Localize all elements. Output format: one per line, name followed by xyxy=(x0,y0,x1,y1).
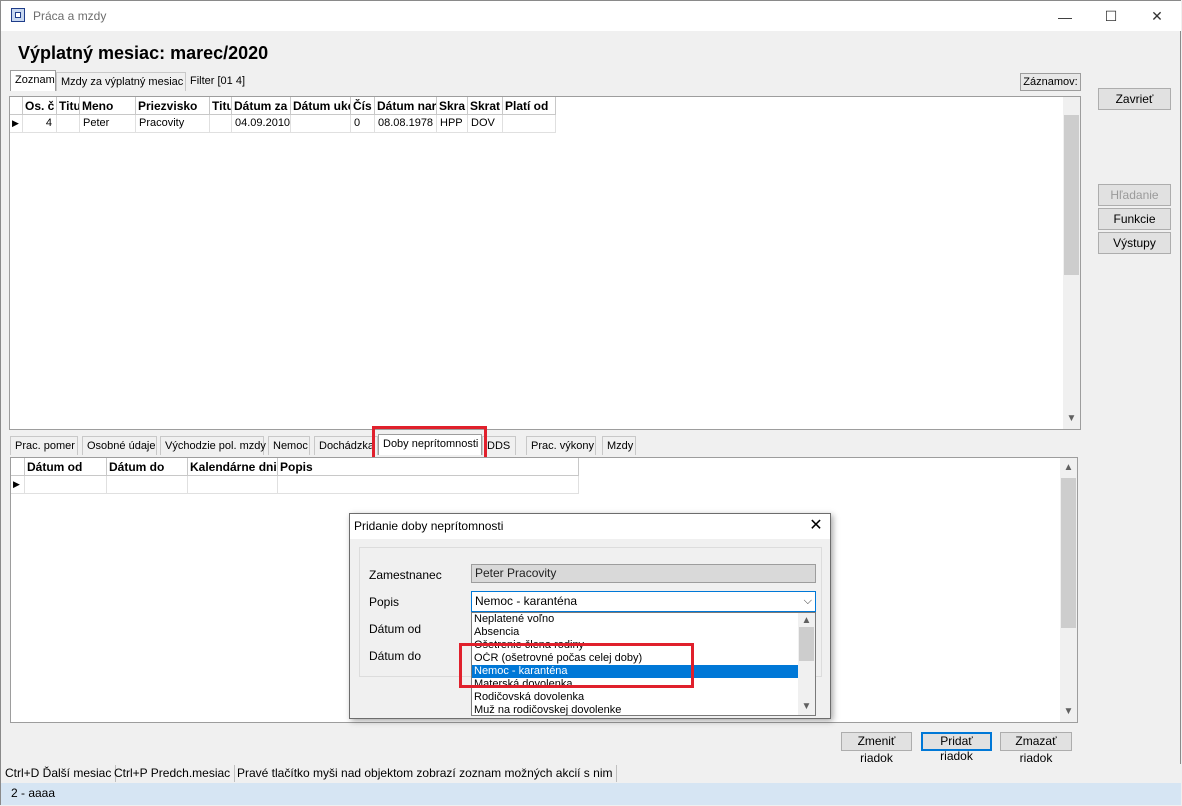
status-prev-month: Ctrl+P Predch.mesiac xyxy=(110,765,236,782)
scrollbar-thumb[interactable] xyxy=(799,627,814,661)
tab-prac-vykony[interactable]: Prac. výkony xyxy=(526,436,596,455)
dropdown-option[interactable]: Neplatené voľno xyxy=(472,613,798,626)
tab-mzdy-detail[interactable]: Mzdy xyxy=(602,436,636,455)
status-next-month: Ctrl+D Ďalší mesiac xyxy=(1,765,117,782)
description-select-value: Nemoc - karanténa xyxy=(475,594,578,608)
add-row-button[interactable]: Pridať riadok xyxy=(921,732,992,763)
minimize-button[interactable]: — xyxy=(1042,2,1088,31)
scrollbar-thumb[interactable] xyxy=(1064,115,1079,275)
table-cell[interactable]: DOV xyxy=(468,115,503,133)
table-cell[interactable] xyxy=(503,115,556,133)
table-cell[interactable]: 04.09.2010 xyxy=(232,115,291,133)
tab-prac-pomer[interactable]: Prac. pomer xyxy=(10,436,78,455)
column-header[interactable]: Priezvisko xyxy=(136,97,210,115)
close-window-button[interactable]: ✕ xyxy=(1134,2,1180,31)
table-cell[interactable]: Pracovity xyxy=(136,115,210,133)
column-header[interactable]: Dátum uko xyxy=(291,97,351,115)
scroll-down-icon[interactable]: ▼ xyxy=(798,699,815,715)
window-title: Práca a mzdy xyxy=(33,9,107,23)
column-header[interactable]: Platí od xyxy=(503,97,556,115)
chevron-down-icon[interactable]: ⌵ xyxy=(804,592,812,611)
delete-row-button[interactable]: Zmazať riadok xyxy=(1000,732,1072,765)
table-cell[interactable]: 0 xyxy=(351,115,375,133)
detail-scrollbar[interactable]: ▲ ▼ xyxy=(1060,458,1077,722)
table-cell[interactable] xyxy=(291,115,351,133)
tab-nemoc[interactable]: Nemoc xyxy=(268,436,310,455)
search-button[interactable]: Hľadanie xyxy=(1098,184,1171,206)
column-header[interactable]: Meno xyxy=(80,97,136,115)
table-cell[interactable]: HPP xyxy=(437,115,468,133)
tab-vychodzie-pol[interactable]: Východzie pol. mzdy xyxy=(160,436,266,455)
tab-filter[interactable]: Filter [01 4] xyxy=(186,72,252,91)
detail-tab-strip: Prac. pomer Osobné údaje Východzie pol. … xyxy=(10,434,650,456)
app-icon xyxy=(11,8,25,22)
tab-osobne-udaje[interactable]: Osobné údaje xyxy=(82,436,157,455)
option-highlight-box xyxy=(459,643,694,688)
dropdown-scrollbar[interactable]: ▲ ▼ xyxy=(798,613,815,715)
table-cell[interactable] xyxy=(25,476,107,494)
column-header[interactable]: Dátum za xyxy=(232,97,291,115)
info-bar: 2 - aaaa xyxy=(1,783,1181,805)
functions-button[interactable]: Funkcie xyxy=(1098,208,1171,230)
column-header[interactable]: Os. č xyxy=(23,97,57,115)
maximize-button[interactable]: ☐ xyxy=(1088,2,1134,31)
tab-dds[interactable]: DDS xyxy=(482,436,516,455)
title-bar[interactable]: Práca a mzdy — ☐ ✕ xyxy=(1,1,1181,31)
table-cell[interactable] xyxy=(188,476,278,494)
add-absence-dialog[interactable]: Pridanie doby neprítomnosti ✕ Zamestnane… xyxy=(349,513,831,719)
row-indicator-header xyxy=(11,458,25,476)
scrollbar-thumb[interactable] xyxy=(1061,478,1076,628)
column-header[interactable]: Skra xyxy=(437,97,468,115)
status-bar: Ctrl+D Ďalší mesiac Ctrl+P Predch.mesiac… xyxy=(1,764,1181,783)
outputs-button[interactable]: Výstupy xyxy=(1098,232,1171,254)
column-header[interactable]: Kalendárne dni xyxy=(188,458,278,476)
description-label: Popis xyxy=(369,595,400,609)
employee-grid[interactable]: Os. č Titu Meno Priezvisko Titu Dátum za… xyxy=(9,96,1081,430)
tab-mzdy[interactable]: Mzdy za výplatný mesiac xyxy=(56,72,186,91)
employee-label: Zamestnanec xyxy=(369,568,442,582)
records-count-label: Záznamov: xyxy=(1020,73,1081,91)
date-from-label: Dátum od xyxy=(369,622,422,636)
column-header[interactable]: Dátum do xyxy=(107,458,188,476)
page-title: Výplatný mesiac: marec/2020 xyxy=(18,43,269,63)
dropdown-option[interactable]: Absencia xyxy=(472,626,798,639)
row-pointer-icon: ▶ xyxy=(11,476,25,494)
close-icon[interactable]: ✕ xyxy=(802,514,830,539)
dropdown-option[interactable]: Rodičovská dovolenka xyxy=(472,691,798,704)
tab-zoznam[interactable]: Zoznam xyxy=(10,70,56,91)
dropdown-option[interactable]: Muž na rodičovskej dovolenke xyxy=(472,704,798,715)
status-hint: Pravé tlačítko myši nad objektom zobrazí… xyxy=(233,765,618,782)
change-row-button[interactable]: Zmeniť riadok xyxy=(841,732,912,765)
description-select[interactable]: Nemoc - karanténa ⌵ xyxy=(471,591,816,612)
scroll-down-icon[interactable]: ▼ xyxy=(1060,704,1077,720)
table-cell[interactable]: 4 xyxy=(23,115,57,133)
column-header[interactable]: Skrat xyxy=(468,97,503,115)
column-header[interactable]: Čís xyxy=(351,97,375,115)
column-header[interactable]: Titu xyxy=(57,97,80,115)
table-cell[interactable] xyxy=(278,476,579,494)
row-pointer-icon: ▶ xyxy=(10,115,23,133)
dialog-title-bar[interactable]: Pridanie doby neprítomnosti ✕ xyxy=(350,514,830,539)
employee-field: Peter Pracovity xyxy=(471,564,816,583)
date-to-label: Dátum do xyxy=(369,649,422,663)
grid-scrollbar[interactable]: ▼ xyxy=(1063,97,1080,429)
close-button[interactable]: Zavrieť xyxy=(1098,88,1171,110)
table-cell[interactable]: Peter xyxy=(80,115,136,133)
column-header[interactable]: Popis xyxy=(278,458,579,476)
dialog-title: Pridanie doby neprítomnosti xyxy=(354,519,504,533)
column-header[interactable]: Dátum od xyxy=(25,458,107,476)
scroll-down-icon[interactable]: ▼ xyxy=(1063,411,1080,427)
row-indicator-header xyxy=(10,97,23,115)
table-cell[interactable] xyxy=(210,115,232,133)
scroll-up-icon[interactable]: ▲ xyxy=(1060,460,1077,476)
tab-dochadzka[interactable]: Dochádzka xyxy=(314,436,378,455)
column-header[interactable]: Dátum nar xyxy=(375,97,437,115)
table-cell[interactable] xyxy=(57,115,80,133)
table-cell[interactable]: 08.08.1978 xyxy=(375,115,437,133)
column-header[interactable]: Titu xyxy=(210,97,232,115)
table-cell[interactable] xyxy=(107,476,188,494)
